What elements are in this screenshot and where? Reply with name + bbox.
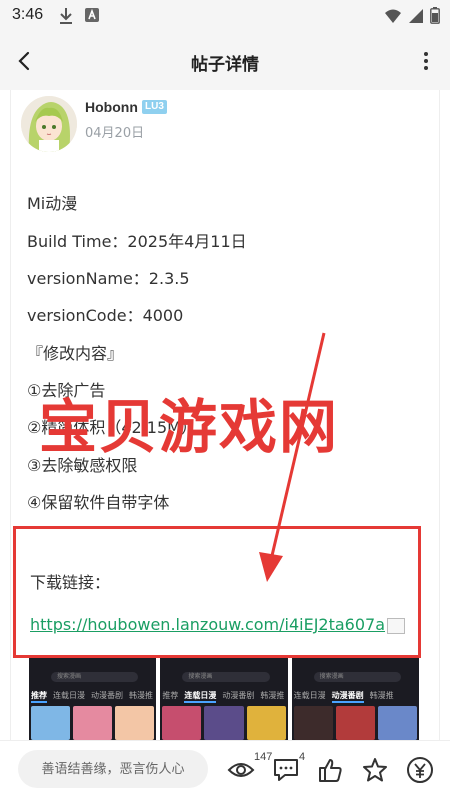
app-notification-icon	[85, 8, 99, 22]
post-content: Hobonn LU3 04月20日 Mi动漫 Build Time：2025年4…	[10, 90, 440, 740]
favorite-button[interactable]	[360, 755, 390, 785]
eye-icon	[227, 763, 255, 777]
comments-button[interactable]	[271, 755, 301, 785]
tip-coin-button[interactable]	[405, 755, 435, 785]
bottom-action-bar: 147 4	[0, 740, 450, 800]
status-bar: 3:46	[0, 0, 450, 32]
like-button[interactable]	[315, 755, 345, 785]
more-vertical-icon	[424, 52, 428, 70]
views-button[interactable]	[226, 755, 256, 785]
comment-icon	[274, 759, 298, 781]
app-header: 帖子详情	[0, 32, 450, 90]
thumbs-up-icon	[319, 759, 342, 782]
more-options-button[interactable]	[414, 47, 438, 75]
comment-input[interactable]	[18, 750, 208, 788]
download-icon	[60, 8, 72, 24]
star-icon	[363, 758, 387, 782]
comments-count: 4	[299, 751, 306, 763]
battery-icon	[430, 7, 440, 24]
views-count: 147	[254, 751, 273, 763]
red-arrow-icon	[259, 332, 326, 582]
page-title: 帖子详情	[191, 55, 259, 75]
wifi-icon	[385, 9, 401, 23]
status-time: 3:46	[12, 6, 44, 23]
coin-icon	[407, 757, 433, 783]
signal-icon	[409, 8, 423, 23]
